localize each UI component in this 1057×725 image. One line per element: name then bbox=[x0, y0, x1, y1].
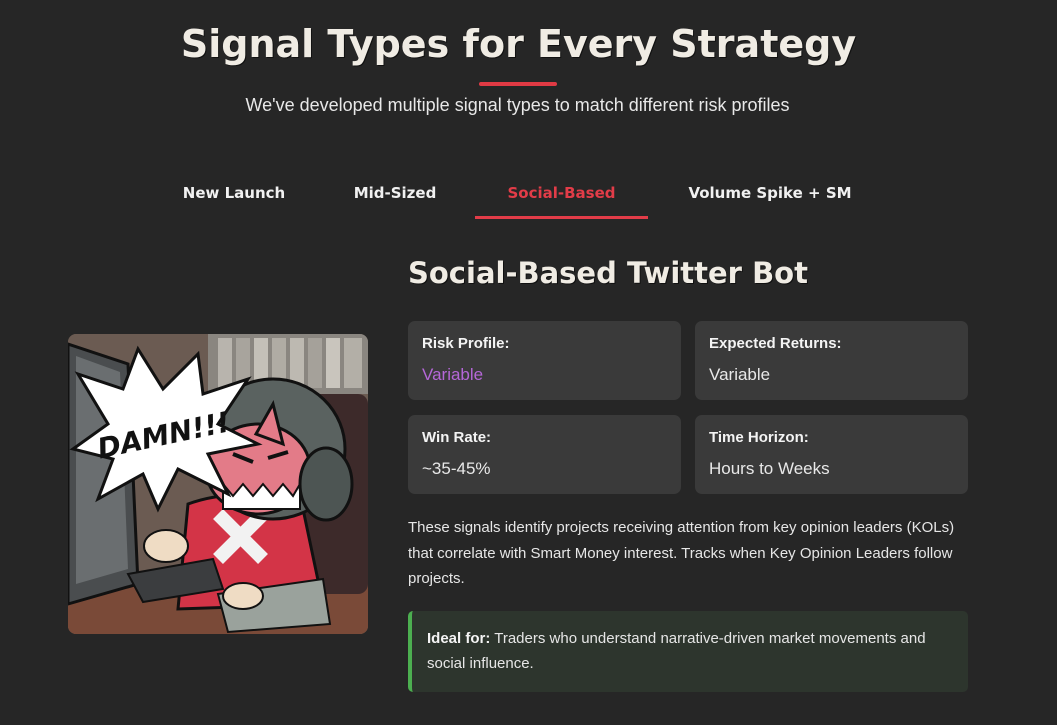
stat-value: Variable bbox=[422, 365, 484, 384]
stat-expected-returns: Expected Returns: Variable bbox=[695, 321, 968, 400]
tab-new-launch[interactable]: New Launch bbox=[160, 170, 308, 216]
stat-label: Risk Profile: bbox=[422, 335, 510, 352]
stat-value: Hours to Weeks bbox=[709, 459, 830, 478]
stat-label: Time Horizon: bbox=[709, 429, 809, 446]
signal-type-tabs: New Launch Mid-Sized Social-Based Volume… bbox=[0, 170, 1057, 222]
signal-illustration: DAMN!!! bbox=[68, 334, 368, 634]
section-title: Signal Types for Every Strategy bbox=[180, 22, 857, 66]
signal-types-section: Signal Types for Every Strategy We've de… bbox=[0, 0, 1057, 725]
stat-time-horizon: Time Horizon: Hours to Weeks bbox=[695, 415, 968, 494]
stat-win-rate: Win Rate: ~35-45% bbox=[408, 415, 681, 494]
title-underline bbox=[479, 82, 557, 86]
stat-label: Expected Returns: bbox=[709, 335, 842, 352]
signal-card-title: Social-Based Twitter Bot bbox=[408, 256, 808, 290]
ideal-for-label: Ideal for: bbox=[427, 630, 491, 647]
ideal-for-text: Traders who understand narrative-driven … bbox=[427, 630, 926, 672]
stat-value: ~35-45% bbox=[422, 459, 491, 478]
section-subtitle: We've developed multiple signal types to… bbox=[245, 95, 790, 115]
ideal-for-callout: Ideal for: Traders who understand narrat… bbox=[408, 611, 968, 692]
tab-mid-sized[interactable]: Mid-Sized bbox=[328, 170, 462, 216]
cartoon-trader-illustration: DAMN!!! bbox=[68, 334, 368, 634]
stat-value: Variable bbox=[709, 365, 771, 384]
signal-description: These signals identify projects receivin… bbox=[408, 519, 955, 587]
stat-risk-profile: Risk Profile: Variable bbox=[408, 321, 681, 400]
tab-social-based[interactable]: Social-Based bbox=[475, 170, 648, 219]
tab-volume-spike-sm[interactable]: Volume Spike + SM bbox=[665, 170, 875, 216]
stat-label: Win Rate: bbox=[422, 429, 492, 446]
